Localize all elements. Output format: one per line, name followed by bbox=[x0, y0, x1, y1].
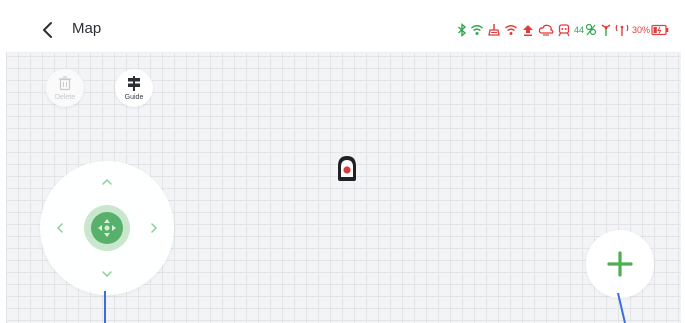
chevron-left-icon bbox=[43, 22, 52, 38]
chevron-down-icon bbox=[102, 271, 112, 278]
back-button[interactable] bbox=[38, 18, 58, 42]
upload-alert-icon bbox=[521, 21, 535, 39]
path-line bbox=[104, 291, 106, 323]
joystick-down-button[interactable] bbox=[100, 267, 114, 281]
joystick-right-button[interactable] bbox=[147, 221, 161, 235]
guide-label: Guide bbox=[124, 94, 144, 101]
delete-button[interactable]: Delete bbox=[46, 69, 84, 107]
cloud-alert-icon bbox=[538, 21, 554, 39]
signal-quality-icon: 44 bbox=[574, 21, 597, 39]
joystick-knob bbox=[91, 212, 123, 244]
status-bar: 44 30% bbox=[457, 21, 669, 39]
joystick-thumb[interactable] bbox=[84, 205, 130, 251]
antenna-icon bbox=[600, 21, 612, 39]
trash-icon bbox=[59, 76, 71, 91]
add-button[interactable] bbox=[586, 230, 654, 298]
mop-icon bbox=[487, 21, 501, 39]
cellular-icon bbox=[615, 21, 629, 39]
robot-marker-icon bbox=[335, 153, 359, 183]
chevron-up-icon bbox=[102, 178, 112, 185]
battery-indicator: 30% bbox=[632, 21, 669, 39]
bluetooth-icon bbox=[457, 21, 467, 39]
wifi-alert-icon bbox=[504, 21, 518, 39]
chevron-right-icon bbox=[151, 223, 158, 233]
joystick-left-button[interactable] bbox=[53, 221, 67, 235]
page-title: Map bbox=[72, 20, 102, 37]
wifi-icon bbox=[470, 21, 484, 39]
move-arrows-icon bbox=[98, 219, 116, 237]
signpost-icon bbox=[128, 76, 140, 91]
plus-icon bbox=[607, 251, 633, 277]
robot-alert-icon bbox=[557, 21, 571, 39]
top-bar: Map 44 30% bbox=[6, 8, 681, 53]
joystick-up-button[interactable] bbox=[100, 175, 114, 189]
joystick-pad[interactable] bbox=[40, 161, 174, 295]
path-line bbox=[617, 293, 626, 323]
guide-button[interactable]: Guide bbox=[115, 69, 153, 107]
chevron-left-icon bbox=[56, 223, 63, 233]
delete-label: Delete bbox=[54, 94, 76, 101]
battery-icon bbox=[651, 24, 669, 36]
map-view[interactable]: Map 44 30% Delete Guide bbox=[6, 8, 681, 323]
